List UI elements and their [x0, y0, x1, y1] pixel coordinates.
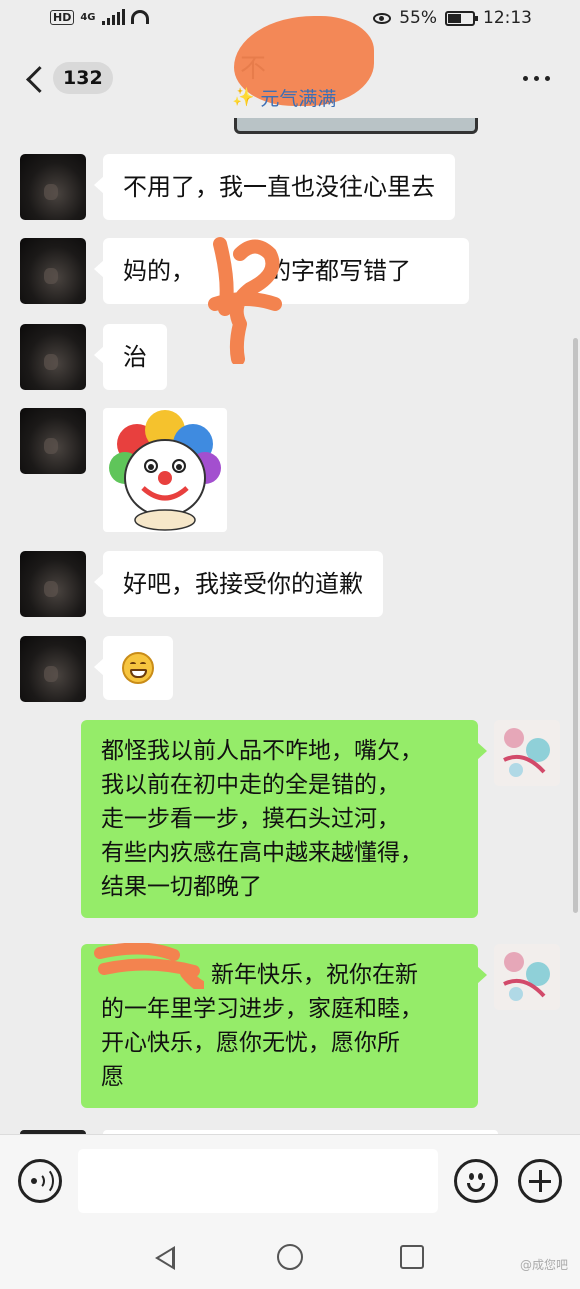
plus-icon[interactable] [518, 1159, 562, 1203]
message-line: 走一步看一步，摸石头过河， [101, 806, 400, 832]
status-right: 55% 12:13 [373, 8, 532, 28]
network-type: 4G [80, 11, 96, 23]
message-list[interactable]: 不用了，我一直也没往心里去 妈的， 的字都写错了 治 好吧，我接受你的道歉 都怪… [0, 118, 580, 1134]
voice-icon[interactable] [18, 1159, 62, 1203]
subtitle-text: 元气满满 [260, 88, 337, 110]
avatar[interactable] [20, 551, 86, 617]
nav-home-icon[interactable] [277, 1244, 303, 1270]
message-bubble[interactable]: 好吧，我接受你的道歉 [94, 551, 383, 617]
image-message-partial[interactable] [234, 118, 478, 134]
watermark: @成您吧 [519, 1258, 568, 1272]
message-bubble[interactable]: 不用了，我一直也没往心里去 [94, 154, 455, 220]
clock: 12:13 [483, 8, 532, 28]
avatar[interactable] [20, 154, 86, 220]
input-bar [0, 1134, 580, 1226]
emoji-icon[interactable] [454, 1159, 498, 1203]
battery-level [448, 13, 461, 23]
unread-count-badge[interactable]: 132 [53, 62, 113, 94]
message-input[interactable] [78, 1149, 438, 1213]
message-bubble[interactable] [94, 636, 173, 700]
nav-back-icon[interactable] [155, 1246, 175, 1270]
sparkle-icon: ✨ [232, 87, 255, 108]
message-text: 妈的， [123, 257, 195, 285]
more-icon[interactable] [523, 76, 550, 81]
back-icon[interactable] [22, 60, 52, 100]
scrollbar[interactable] [573, 338, 578, 913]
message-line: 的一年里学习进步，家庭和睦， [101, 996, 423, 1022]
message-line: 开心快乐，愿你无忧，愿你所 [101, 1030, 400, 1056]
clown-sticker-icon[interactable] [103, 408, 227, 532]
message-bubble[interactable]: 都怪我以前人品不咋地，嘴欠， 我以前在初中走的全是错的， 走一步看一步，摸石头过… [81, 720, 487, 918]
status-left: HD 4G [50, 9, 149, 25]
battery-percent: 55% [399, 8, 437, 28]
message-line: 我以前在初中走的全是错的， [101, 772, 400, 798]
signal-icon [101, 9, 125, 25]
my-avatar[interactable] [494, 720, 560, 786]
message-line: 都怪我以前人品不咋地，嘴欠， [101, 738, 423, 764]
message-line: 愿 [101, 1064, 124, 1090]
avatar[interactable] [20, 408, 86, 474]
avatar[interactable] [20, 636, 86, 702]
redaction-mark [94, 943, 204, 989]
avatar[interactable] [20, 238, 86, 304]
chat-header: 132 不 ✨ 元气满满 [0, 16, 580, 118]
wifi-icon [130, 10, 149, 24]
hd-badge: HD [50, 9, 75, 25]
message-line: 有些内疚感在高中越来越懂得， [101, 840, 423, 866]
eye-comfort-icon [373, 12, 392, 24]
message-line: 结果一切都晚了 [101, 874, 262, 900]
grinning-emoji-icon [122, 652, 154, 684]
battery-icon [445, 10, 478, 26]
avatar[interactable] [20, 324, 86, 390]
chat-subtitle: ✨ 元气满满 [232, 84, 336, 111]
system-nav-bar: @成您吧 [0, 1226, 580, 1289]
my-avatar[interactable] [494, 944, 560, 1010]
redaction-mark [208, 237, 282, 364]
nav-recent-icon[interactable] [400, 1245, 424, 1269]
message-bubble[interactable]: 治 [94, 324, 167, 390]
